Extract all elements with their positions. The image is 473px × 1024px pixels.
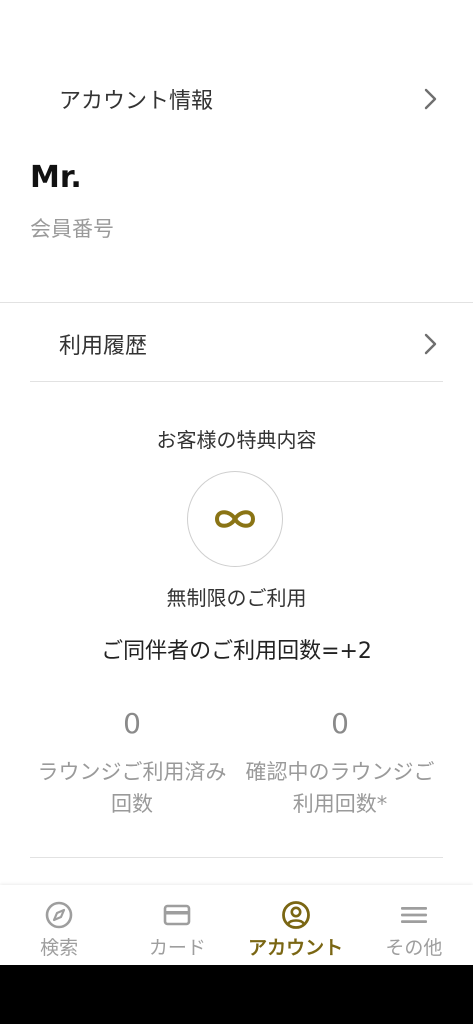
benefit-name: 無制限のご利用 [166, 586, 307, 610]
companion-usage: ご同伴者のご利用回数=+2 [101, 639, 372, 664]
chevron-right-icon [424, 333, 437, 355]
nav-account-label: アカウント [248, 937, 344, 959]
usage-history-label: 利用履歴 [59, 334, 148, 359]
compass-icon [45, 901, 73, 929]
nav-card-label: カード [148, 937, 206, 959]
benefits-title: お客様の特典内容 [156, 428, 317, 452]
section-divider [30, 381, 443, 382]
lounge-used-count: 0 [123, 707, 141, 740]
lounge-pending-label: 確認中のラウンジご利用回数* [245, 760, 435, 816]
system-navigation-bar [0, 965, 473, 1024]
member-name: Mr. [30, 160, 82, 195]
nav-other[interactable]: その他 [355, 885, 473, 965]
benefit-badge [187, 471, 283, 567]
lounge-pending-stat: 0 確認中のラウンジご利用回数* [240, 706, 440, 820]
section-divider [0, 302, 473, 303]
nav-other-label: その他 [385, 937, 443, 959]
nav-search-label: 検索 [40, 937, 79, 959]
infinity-icon [215, 510, 255, 528]
member-number-label: 会員番号 [30, 217, 114, 241]
menu-icon [400, 907, 427, 923]
nav-account[interactable]: アカウント [237, 885, 355, 965]
account-screen: アカウント情報 Mr. 会員番号 利用履歴 お客様の特典内容 無制限のご利用 ご… [0, 0, 473, 1024]
nav-card[interactable]: カード [118, 885, 236, 965]
nav-search[interactable]: 検索 [0, 885, 118, 965]
lounge-used-label: ラウンジご利用済み回数 [37, 760, 227, 816]
account-icon [281, 901, 310, 929]
account-info-label: アカウント情報 [59, 89, 214, 114]
usage-history-row[interactable]: 利用履歴 [0, 320, 473, 368]
lounge-pending-count: 0 [331, 707, 349, 740]
account-info-row[interactable]: アカウント情報 [0, 75, 473, 123]
chevron-right-icon [424, 88, 437, 110]
bottom-navigation: 検索 カード アカウント その他 [0, 885, 473, 965]
lounge-used-stat: 0 ラウンジご利用済み回数 [32, 706, 232, 820]
card-icon [164, 904, 191, 926]
section-divider [30, 857, 443, 858]
